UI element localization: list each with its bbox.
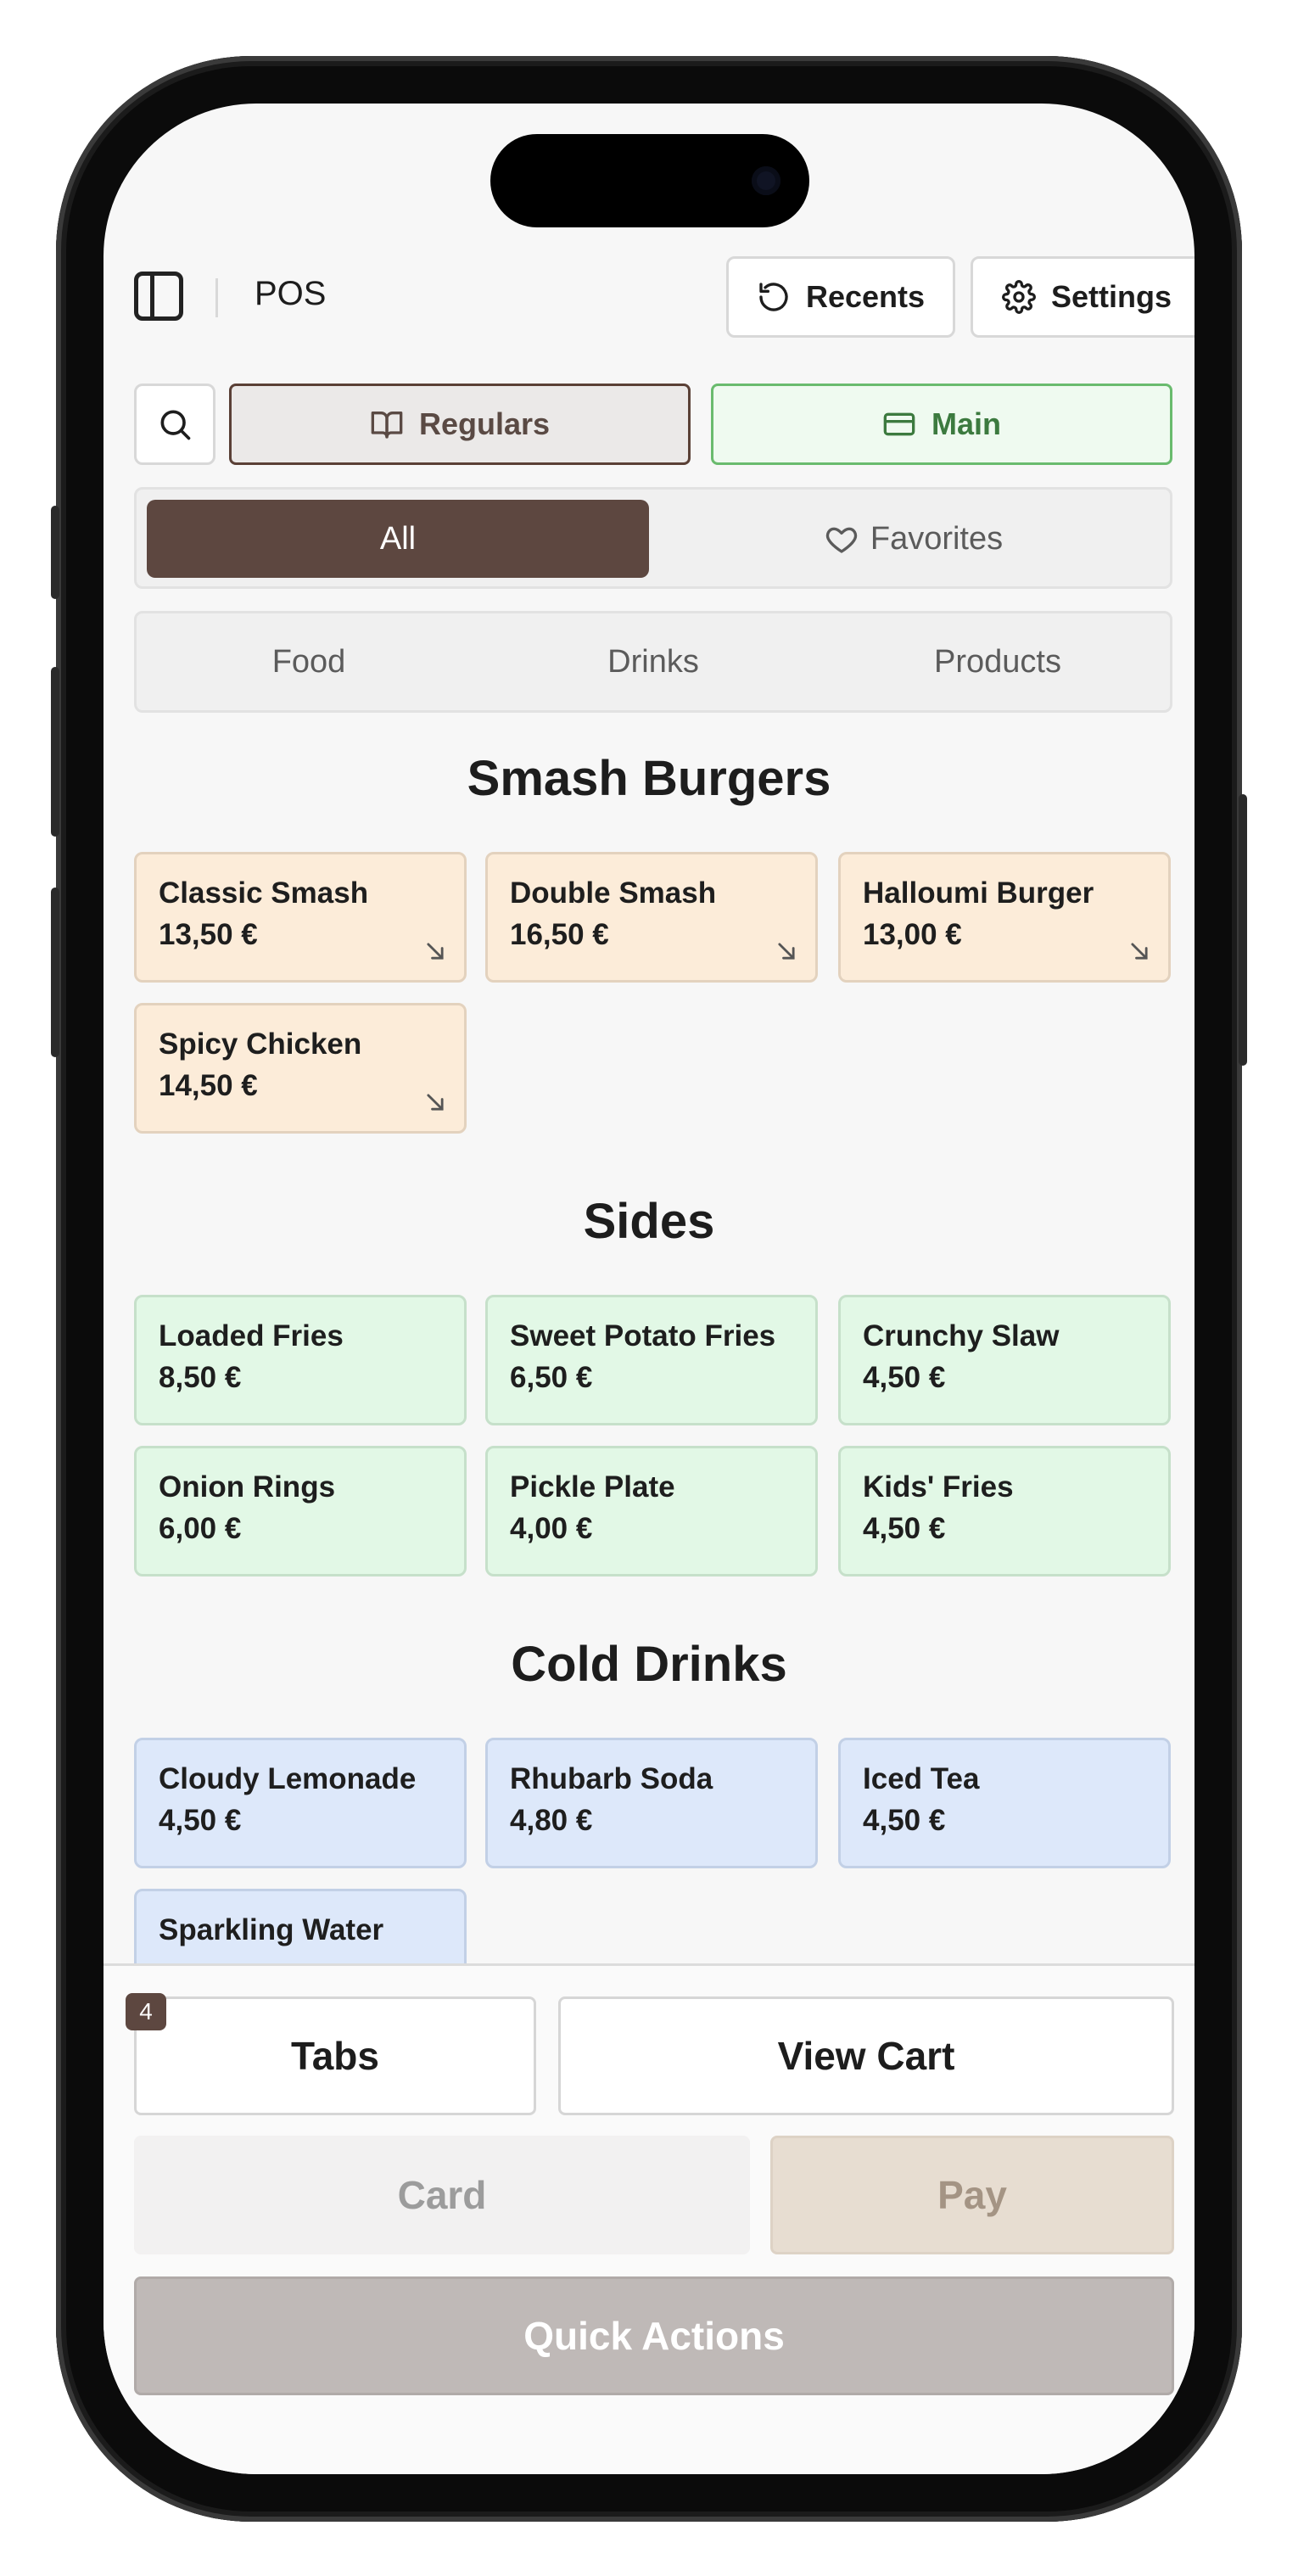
menu-item[interactable]: Crunchy Slaw 4,50 € [838, 1295, 1171, 1425]
arrow-down-right-icon [427, 1094, 444, 1111]
regulars-button[interactable]: Regulars [229, 384, 691, 465]
menu-item[interactable]: Halloumi Burger 13,00 € [838, 852, 1171, 983]
item-name: Loaded Fries [159, 1319, 344, 1352]
item-name: Pickle Plate [510, 1470, 675, 1504]
settings-button[interactable]: Settings [971, 256, 1194, 338]
main-register-button[interactable]: Main [711, 384, 1172, 465]
section-title-smash-burgers: Smash Burgers [467, 751, 831, 806]
heart-icon [825, 527, 857, 553]
item-name: Classic Smash [159, 876, 369, 910]
arrow-down-right-icon [778, 943, 795, 960]
top-bar: POS Recents Settings [134, 256, 1194, 338]
tab-all[interactable]: All [147, 500, 649, 578]
menu-item[interactable]: Double Smash 16,50 € [485, 852, 818, 983]
history-icon [759, 283, 788, 311]
main-register-label: Main [931, 406, 1001, 441]
view-cart-label: View Cart [777, 2034, 955, 2078]
item-price: 6,50 € [510, 1361, 593, 1394]
item-name: Spicy Chicken [159, 1028, 362, 1061]
pay-button[interactable]: Pay [770, 2136, 1174, 2254]
volume-up-button [51, 667, 59, 837]
item-price: 4,80 € [510, 1804, 593, 1837]
tab-all-label: All [379, 520, 417, 557]
quick-actions-button[interactable]: Quick Actions [134, 2276, 1174, 2395]
tab-products[interactable]: Products [825, 644, 1170, 680]
filter-row: Regulars Main [134, 384, 1172, 465]
sidebar-toggle-icon[interactable] [134, 272, 183, 321]
bottom-action-panel: Tabs 4 View Cart Card Pay Quick Actions [104, 1963, 1194, 2474]
page-title: POS [255, 275, 327, 312]
tabs-button[interactable]: Tabs [134, 1996, 536, 2115]
item-name: Crunchy Slaw [863, 1319, 1060, 1352]
arrow-down-right-icon [427, 943, 444, 960]
section-title-sides: Sides [583, 1194, 715, 1249]
item-name: Onion Rings [159, 1470, 336, 1504]
view-cart-button[interactable]: View Cart [558, 1996, 1174, 2115]
gear-icon [1002, 280, 1036, 314]
item-name: Double Smash [510, 876, 717, 910]
item-price: 6,00 € [159, 1512, 242, 1545]
regulars-label: Regulars [418, 406, 551, 441]
item-name: Sweet Potato Fries [510, 1319, 776, 1352]
book-open-icon [371, 412, 403, 439]
item-price: 13,00 € [863, 918, 962, 951]
menu-item[interactable]: Pickle Plate 4,00 € [485, 1446, 818, 1576]
item-price: 4,50 € [863, 1804, 946, 1837]
item-price: 4,50 € [863, 1361, 946, 1394]
tabs-label: Tabs [291, 2034, 379, 2078]
tabs-count-badge: 4 [126, 1993, 166, 2030]
recents-button[interactable]: Recents [726, 256, 955, 338]
menu-item[interactable]: Iced Tea 4,50 € [838, 1738, 1171, 1868]
arrow-down-right-icon [1131, 943, 1148, 960]
search-icon [160, 410, 191, 440]
item-name: Kids' Fries [863, 1470, 1014, 1504]
credit-card-icon [883, 412, 915, 436]
camera-icon [752, 166, 780, 195]
search-button[interactable] [134, 384, 215, 465]
menu-item[interactable]: Cloudy Lemonade 4,50 € [134, 1738, 467, 1868]
menu-item[interactable]: Kids' Fries 4,50 € [838, 1446, 1171, 1576]
dynamic-island [490, 134, 809, 227]
section-title-cold-drinks: Cold Drinks [511, 1637, 787, 1692]
category-segmented-control: Food Drinks Products [134, 611, 1172, 713]
volume-down-button [51, 888, 59, 1057]
phone-frame: POS Recents Settings Regulars Main All F… [51, 56, 1247, 2522]
tab-favorites-label: Favorites [870, 520, 1004, 557]
item-name: Rhubarb Soda [510, 1762, 713, 1795]
card-payment-button[interactable]: Card [134, 2136, 750, 2254]
power-button [1239, 794, 1247, 1066]
menu-item[interactable]: Classic Smash 13,50 € [134, 852, 467, 983]
tab-favorites[interactable]: Favorites [663, 500, 1165, 578]
scope-segmented-control: All Favorites [134, 487, 1172, 589]
item-price: 4,00 € [510, 1512, 593, 1545]
item-price: 8,50 € [159, 1361, 242, 1394]
tab-food[interactable]: Food [137, 644, 481, 680]
item-price: 13,50 € [159, 918, 258, 951]
item-price: 16,50 € [510, 918, 609, 951]
item-name: Iced Tea [863, 1762, 980, 1795]
card-label: Card [397, 2173, 487, 2217]
menu-item[interactable]: Spicy Chicken 14,50 € [134, 1003, 467, 1134]
menu-item[interactable]: Loaded Fries 8,50 € [134, 1295, 467, 1425]
item-name: Halloumi Burger [863, 876, 1094, 910]
pay-label: Pay [937, 2173, 1007, 2217]
item-price: 4,50 € [159, 1804, 242, 1837]
item-name: Cloudy Lemonade [159, 1762, 417, 1795]
item-price: 4,50 € [863, 1512, 946, 1545]
menu-item[interactable]: Sweet Potato Fries 6,50 € [485, 1295, 818, 1425]
divider [215, 278, 218, 317]
recents-label: Recents [805, 279, 926, 314]
item-price: 14,50 € [159, 1069, 258, 1102]
menu-item[interactable]: Onion Rings 6,00 € [134, 1446, 467, 1576]
action-button [51, 506, 59, 599]
menu-item[interactable]: Rhubarb Soda 4,80 € [485, 1738, 818, 1868]
settings-label: Settings [1050, 279, 1172, 314]
tab-drinks[interactable]: Drinks [481, 644, 825, 680]
quick-actions-label: Quick Actions [523, 2314, 785, 2358]
item-name: Sparkling Water [159, 1913, 384, 1946]
app-screen: POS Recents Settings Regulars Main All F… [104, 104, 1194, 2474]
